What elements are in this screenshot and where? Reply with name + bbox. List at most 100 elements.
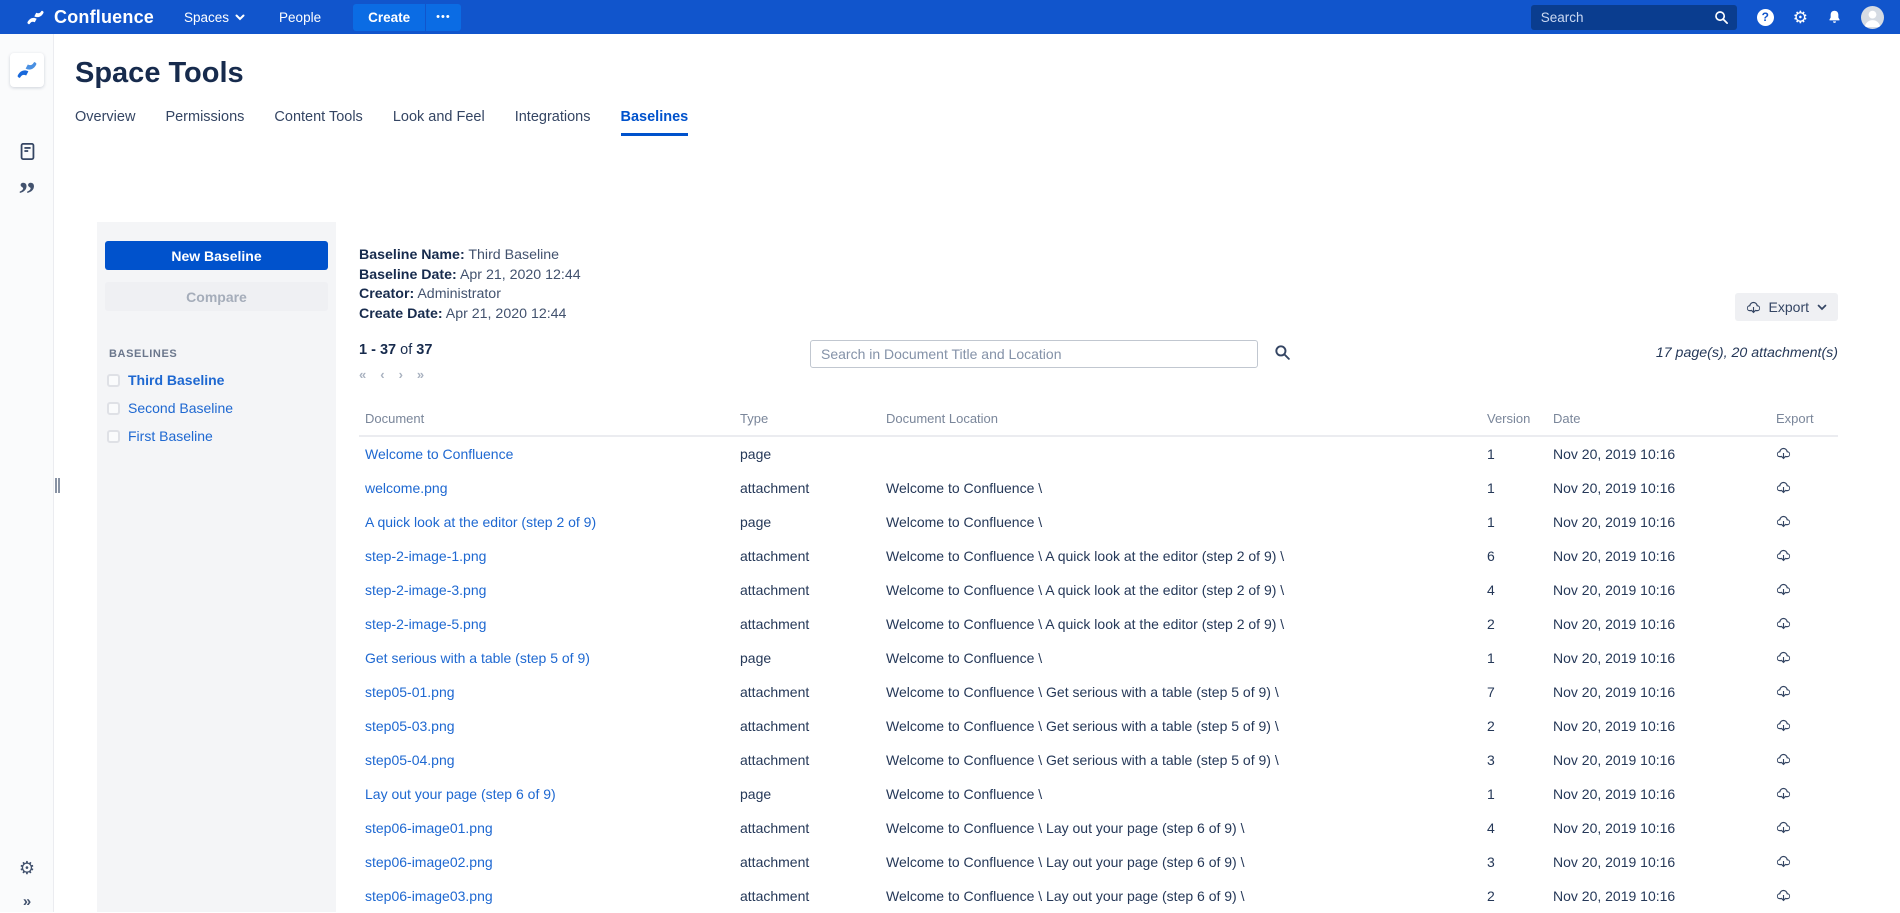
- search-submit-icon[interactable]: [1274, 344, 1291, 361]
- global-search-input[interactable]: Search: [1531, 5, 1737, 30]
- baseline-checkbox[interactable]: [107, 430, 120, 443]
- export-row-icon[interactable]: [1776, 888, 1791, 903]
- export-row-icon[interactable]: [1776, 446, 1791, 461]
- new-baseline-button[interactable]: New Baseline: [105, 241, 328, 270]
- table-row: A quick look at the editor (step 2 of 9)…: [359, 505, 1838, 539]
- document-type: attachment: [734, 854, 880, 870]
- document-location: Welcome to Confluence \: [880, 786, 1481, 802]
- settings-gear-icon[interactable]: ⚙: [1793, 9, 1808, 26]
- documents-table: Document Type Document Location Version …: [359, 411, 1838, 913]
- export-row-icon[interactable]: [1776, 582, 1791, 597]
- help-icon[interactable]: ?: [1757, 9, 1774, 26]
- last-page-icon[interactable]: »: [417, 367, 424, 382]
- header-document: Document: [359, 411, 734, 426]
- confluence-logo[interactable]: Confluence: [26, 7, 154, 28]
- space-logo[interactable]: [0, 53, 54, 87]
- baseline-item: Third Baseline: [107, 372, 328, 388]
- document-version: 1: [1481, 514, 1547, 530]
- nav-spaces[interactable]: Spaces: [184, 10, 245, 25]
- document-version: 1: [1481, 786, 1547, 802]
- document-location: Welcome to Confluence \ Get serious with…: [880, 752, 1481, 768]
- document-link[interactable]: Get serious with a table (step 5 of 9): [359, 650, 734, 666]
- create-more-button[interactable]: •••: [426, 4, 461, 31]
- quotes-icon[interactable]: ”: [0, 182, 54, 208]
- space-settings-gear-icon[interactable]: ⚙: [0, 858, 54, 879]
- nav-people[interactable]: People: [279, 10, 321, 25]
- tab-permissions[interactable]: Permissions: [165, 109, 244, 136]
- document-link[interactable]: A quick look at the editor (step 2 of 9): [359, 514, 734, 530]
- export-row-icon[interactable]: [1776, 684, 1791, 699]
- export-row-icon[interactable]: [1776, 480, 1791, 495]
- baseline-checkbox[interactable]: [107, 402, 120, 415]
- document-version: 2: [1481, 616, 1547, 632]
- document-link[interactable]: step06-image01.png: [359, 820, 734, 836]
- document-type: attachment: [734, 582, 880, 598]
- document-location: Welcome to Confluence \ Get serious with…: [880, 684, 1481, 700]
- document-link[interactable]: step06-image02.png: [359, 854, 734, 870]
- export-row-icon[interactable]: [1776, 752, 1791, 767]
- notifications-bell-icon[interactable]: [1827, 9, 1842, 25]
- table-row: step05-03.png attachment Welcome to Conf…: [359, 709, 1838, 743]
- detail-label: Creator:: [359, 286, 414, 302]
- table-row: step05-04.png attachment Welcome to Conf…: [359, 743, 1838, 777]
- baselines-panel: New Baseline Compare BASELINES Third Bas…: [97, 222, 336, 912]
- document-type: page: [734, 514, 880, 530]
- document-link[interactable]: step06-image03.png: [359, 888, 734, 904]
- create-button[interactable]: Create: [353, 4, 425, 31]
- next-page-icon[interactable]: ›: [399, 367, 403, 382]
- baseline-content: Baseline Name: Third BaselineBaseline Da…: [359, 246, 1838, 913]
- expand-sidebar-icon[interactable]: »: [0, 893, 54, 910]
- document-link[interactable]: step-2-image-5.png: [359, 616, 734, 632]
- document-link[interactable]: Lay out your page (step 6 of 9): [359, 786, 734, 802]
- document-location: Welcome to Confluence \ Lay out your pag…: [880, 888, 1481, 904]
- export-row-icon[interactable]: [1776, 820, 1791, 835]
- first-page-icon[interactable]: «: [359, 367, 366, 382]
- export-row-icon[interactable]: [1776, 718, 1791, 733]
- document-link[interactable]: step05-01.png: [359, 684, 734, 700]
- detail-field: Create Date: Apr 21, 2020 12:44: [359, 305, 1838, 325]
- baseline-link-third-baseline[interactable]: Third Baseline: [128, 372, 224, 388]
- tab-look-and-feel[interactable]: Look and Feel: [393, 109, 485, 136]
- document-search-placeholder: Search in Document Title and Location: [821, 346, 1061, 362]
- export-row-icon[interactable]: [1776, 548, 1791, 563]
- document-version: 4: [1481, 820, 1547, 836]
- document-type: attachment: [734, 684, 880, 700]
- confluence-logo-icon: [26, 8, 45, 27]
- document-search-input[interactable]: Search in Document Title and Location: [810, 340, 1258, 368]
- export-row-icon[interactable]: [1776, 854, 1791, 869]
- tab-overview[interactable]: Overview: [75, 109, 135, 136]
- header-date: Date: [1547, 411, 1770, 426]
- document-link[interactable]: step05-04.png: [359, 752, 734, 768]
- document-type: attachment: [734, 820, 880, 836]
- export-button[interactable]: Export: [1735, 293, 1838, 321]
- space-logo-tile: [10, 53, 44, 87]
- document-type: attachment: [734, 718, 880, 734]
- document-link[interactable]: step-2-image-3.png: [359, 582, 734, 598]
- baseline-checkbox[interactable]: [107, 374, 120, 387]
- document-location: Welcome to Confluence \ Lay out your pag…: [880, 820, 1481, 836]
- document-link[interactable]: Welcome to Confluence: [359, 446, 734, 462]
- detail-label: Baseline Date:: [359, 267, 457, 283]
- baseline-link-second-baseline[interactable]: Second Baseline: [128, 400, 233, 416]
- compare-button[interactable]: Compare: [105, 282, 328, 311]
- document-version: 1: [1481, 446, 1547, 462]
- export-row-icon[interactable]: [1776, 650, 1791, 665]
- baseline-link-first-baseline[interactable]: First Baseline: [128, 428, 213, 444]
- export-row-icon[interactable]: [1776, 786, 1791, 801]
- tab-integrations[interactable]: Integrations: [515, 109, 591, 136]
- prev-page-icon[interactable]: ‹: [380, 367, 384, 382]
- export-row-icon[interactable]: [1776, 514, 1791, 529]
- user-avatar[interactable]: [1861, 6, 1884, 29]
- detail-value: Apr 21, 2020 12:44: [443, 306, 567, 322]
- tab-baselines[interactable]: Baselines: [621, 109, 689, 136]
- export-row-icon[interactable]: [1776, 616, 1791, 631]
- pagination: « ‹ › »: [359, 367, 1838, 382]
- pages-icon[interactable]: [0, 142, 54, 161]
- table-row: step06-image03.png attachment Welcome to…: [359, 879, 1838, 913]
- document-link[interactable]: welcome.png: [359, 480, 734, 496]
- document-version: 6: [1481, 548, 1547, 564]
- document-link[interactable]: step-2-image-1.png: [359, 548, 734, 564]
- panel-resize-handle[interactable]: [55, 478, 60, 493]
- document-link[interactable]: step05-03.png: [359, 718, 734, 734]
- tab-content-tools[interactable]: Content Tools: [274, 109, 362, 136]
